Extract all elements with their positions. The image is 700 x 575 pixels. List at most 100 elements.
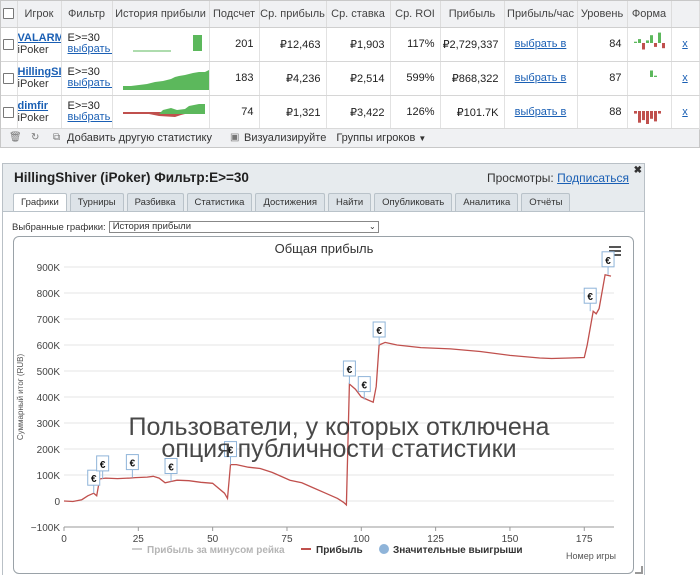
remove-cell[interactable]: x [671,27,700,62]
form-bar [645,39,649,43]
tab-breakdown[interactable]: Разбивка [126,193,184,211]
profit-sparkline[interactable] [119,64,208,92]
tab-publish[interactable]: Опубликовать [374,193,453,211]
avg-roi-cell: 599% [390,61,441,96]
profit-sparkline[interactable] [119,30,209,58]
remove-player-link[interactable]: x [682,38,688,50]
player-name-link[interactable]: VALARM [18,32,61,44]
profit-cell: ₽868,322 [440,61,505,96]
tab-achievements[interactable]: Достижения [255,193,326,211]
column-header-profit[interactable]: Прибыль [440,1,505,28]
remove-cell[interactable]: x [671,95,700,130]
row-select-cell[interactable] [1,95,18,130]
column-header-profit-per-hour[interactable]: Прибыль/час [504,1,578,28]
big-win-marker: € [601,251,615,275]
form-bar [649,70,653,77]
y-tick-label: 100K [37,471,61,482]
x-tick-label: 100 [353,534,370,545]
big-win-marker: € [372,321,386,345]
y-tick-label: 800K [37,289,61,300]
column-header-avg-profit[interactable]: Ср. прибыль [259,1,327,28]
trash-icon[interactable]: 🗑 [9,133,22,143]
column-header-count[interactable]: Подсчет [209,1,260,28]
column-header-level[interactable]: Уровень [577,1,628,28]
graph-select-value: История прибыли [112,221,192,232]
tab-analytics[interactable]: Аналитика [455,193,519,211]
form-cell [627,61,672,96]
row-select-cell[interactable] [1,61,18,96]
row-checkbox[interactable] [3,38,15,50]
avg-stake-cell: ₽2,514 [326,61,391,96]
refresh-icon[interactable]: ↻ [31,133,41,143]
euro-icon: € [361,381,367,392]
count-cell: 183 [209,61,260,96]
level-cell: 84 [577,27,628,62]
column-header-avg-roi[interactable]: Ср. ROI [390,1,441,28]
form-chart [649,70,657,77]
column-header-form[interactable]: Форма [627,1,672,28]
resize-handle[interactable] [635,566,643,574]
filter-select-link[interactable]: выбрать в [68,78,112,89]
column-header-filter[interactable]: Фильтр [61,1,113,28]
profit-sparkline[interactable] [119,98,209,126]
form-bar [653,75,657,77]
add-column-icon: ⧉ [53,132,61,143]
form-bar [649,34,653,43]
tab-statistics[interactable]: Статистика [186,193,253,211]
profit-history-cell[interactable] [112,27,210,62]
profit-history-cell[interactable] [112,61,210,96]
level-cell: 87 [577,61,628,96]
big-win-marker: € [342,360,356,384]
profit-history-cell[interactable] [112,95,210,130]
tab-content-graphs: Выбранные графики: История прибыли ⌄ Обща… [3,211,644,575]
column-header-avg-stake[interactable]: Ср. ставка [326,1,391,28]
chart-legend: Прибыль за минусом рейка Прибыль Значитель… [132,544,523,556]
graph-select[interactable]: История прибыли ⌄ [108,221,379,233]
select-all-header[interactable] [1,1,18,28]
player-name-link[interactable]: dimfir [18,100,61,112]
profit-per-hour-cell: выбрать в [504,27,578,62]
profit-chart-svg: Общая прибыль−100K0100K200K300K400K500K6… [16,241,621,561]
avg-roi-cell: 126% [390,95,441,130]
visualize-button[interactable]: ▣ Визуализируйте [222,132,326,144]
player-groups-dropdown[interactable]: Группы игроков ▼ [336,132,426,144]
tab-find[interactable]: Найти [328,193,372,211]
row-select-cell[interactable] [1,27,18,62]
remove-player-link[interactable]: x [682,106,688,118]
x-tick-label: 50 [207,534,219,545]
row-checkbox[interactable] [3,106,15,118]
filter-cell: E>=30выбрать в [61,95,113,130]
form-bar [653,110,657,121]
remove-cell[interactable]: x [671,61,700,96]
subscribe-link[interactable]: Подписаться [557,171,629,185]
profit-cell: ₽2,729,337 [440,27,505,62]
tab-reports[interactable]: Отчёты [521,193,571,211]
profit-per-hour-select-link[interactable]: выбрать в [515,106,567,118]
column-header-player[interactable]: Игрок [17,1,62,28]
profit-chart: Общая прибыль −100K 0 100K 200K 300K 400K 500K 6… [13,236,634,574]
legend-swatch-big-wins [379,544,389,554]
profit-per-hour-cell: выбрать в [504,95,578,130]
form-cell [627,95,672,130]
euro-icon: € [168,463,174,474]
close-icon[interactable]: ✖ [634,165,642,176]
big-win-marker: € [164,458,178,482]
player-name-link[interactable]: HillingSI [18,66,61,78]
column-header-profit-history[interactable]: История прибыли [112,1,210,28]
profit-per-hour-select-link[interactable]: выбрать в [515,72,567,84]
profit-per-hour-select-link[interactable]: выбрать в [515,38,567,50]
player-site: iPoker [17,78,49,90]
add-statistic-button[interactable]: ⧉ Добавить другую статистику [45,132,212,144]
filter-select-link[interactable]: выбрать в [68,44,112,55]
row-checkbox[interactable] [3,72,15,84]
remove-player-link[interactable]: x [682,72,688,84]
player-detail-panel: HillingShiver (iPoker) Фильтр:E>=30 Прос… [2,163,645,575]
form-chart [633,32,665,49]
tab-tournaments[interactable]: Турниры [69,193,124,211]
table-row: dimfiriPoker E>=30выбрать в 74 ₽1,321 ₽3… [1,95,700,130]
filter-select-link[interactable]: выбрать в [68,112,112,123]
select-all-checkbox[interactable] [3,8,15,20]
x-tick-label: 175 [576,534,593,545]
form-bar [637,38,641,43]
tab-graphs[interactable]: Графики [13,193,67,212]
